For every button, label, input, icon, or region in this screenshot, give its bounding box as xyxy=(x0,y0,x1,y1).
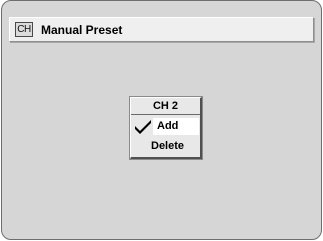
option-add[interactable]: Add xyxy=(153,118,199,135)
osd-screen: CH Manual Preset CH 2 Add Delete xyxy=(1,0,322,240)
title-bar: CH Manual Preset xyxy=(9,17,314,42)
page-title: Manual Preset xyxy=(41,23,123,37)
checkmark-icon xyxy=(135,120,151,134)
channel-number: CH 2 xyxy=(131,98,200,115)
channel-menu: CH 2 Add Delete xyxy=(129,96,203,160)
option-delete[interactable]: Delete xyxy=(151,138,197,155)
channel-icon: CH xyxy=(15,22,33,37)
